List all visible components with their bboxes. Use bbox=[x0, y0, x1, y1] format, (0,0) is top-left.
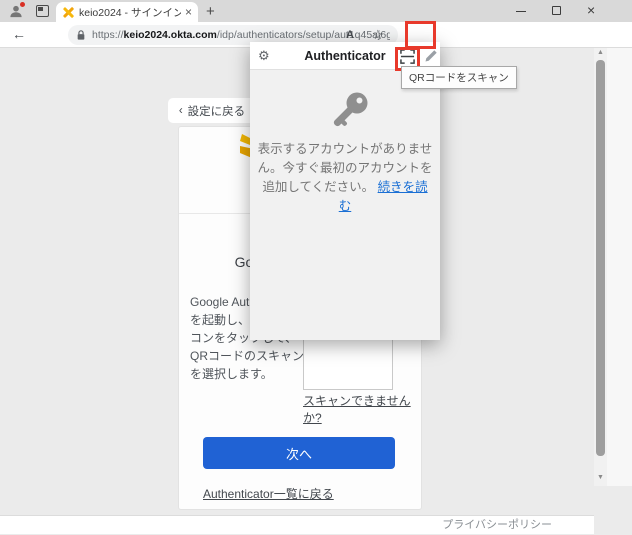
new-tab-button[interactable]: + bbox=[206, 3, 215, 20]
edge-sidebar: o + ⚙ bbox=[607, 48, 632, 486]
notification-dot bbox=[20, 2, 25, 7]
read-aloud-icon[interactable]: A bbox=[346, 29, 354, 41]
site-favicon-icon bbox=[62, 7, 73, 18]
annotation-box-extension bbox=[405, 21, 436, 49]
lock-icon[interactable] bbox=[76, 29, 86, 41]
cant-scan-link[interactable]: スキャンできませんか? bbox=[303, 393, 415, 427]
privacy-policy-link[interactable]: プライバシーポリシー bbox=[442, 519, 552, 531]
page-footer: プライバシーポリシー bbox=[0, 515, 594, 534]
scroll-up-icon[interactable]: ▲ bbox=[597, 49, 604, 56]
edit-pencil-icon[interactable] bbox=[424, 49, 438, 63]
chevron-left-icon: ‹ bbox=[179, 105, 183, 117]
key-icon bbox=[330, 88, 378, 140]
window-maximize-button[interactable] bbox=[552, 6, 561, 15]
back-button[interactable]: ← bbox=[12, 26, 26, 42]
next-button[interactable]: 次へ bbox=[203, 437, 395, 469]
back-to-settings-link[interactable]: ‹ 設定に戻る bbox=[168, 98, 256, 123]
tab-actions-icon[interactable] bbox=[36, 5, 49, 17]
popup-empty-message: 表示するアカウントがありません。今すぐ最初のアカウントを追加してください。 続き… bbox=[257, 140, 433, 216]
scroll-down-icon[interactable]: ▼ bbox=[597, 474, 604, 481]
title-bar: keio2024 - サインイン × + × bbox=[0, 0, 632, 22]
tab-close-icon[interactable]: × bbox=[185, 6, 192, 18]
back-to-authenticator-list-link[interactable]: Authenticator一覧に戻る bbox=[203, 485, 334, 502]
browser-tab[interactable]: keio2024 - サインイン × bbox=[56, 2, 198, 22]
window-close-button[interactable]: × bbox=[587, 2, 595, 18]
tab-title: keio2024 - サインイン bbox=[79, 5, 181, 20]
scan-qr-tooltip: QRコードをスキャン bbox=[401, 66, 517, 89]
window-minimize-button[interactable] bbox=[516, 11, 526, 12]
add-favorite-icon[interactable]: ☆ bbox=[372, 27, 384, 43]
scrollbar-thumb[interactable] bbox=[596, 60, 605, 456]
